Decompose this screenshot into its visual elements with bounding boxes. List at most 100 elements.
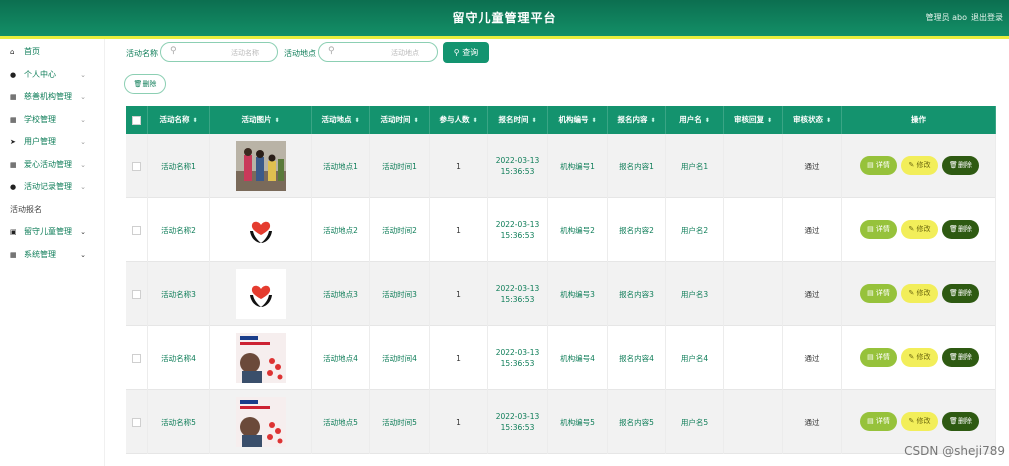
detail-button[interactable]: ▤ 详情 — [860, 412, 897, 431]
column-header-1[interactable]: 活动图片 ⬍ — [210, 106, 312, 134]
sidebar-item-1[interactable]: ● 个人中心 ⌄ — [0, 64, 104, 87]
place-search-input[interactable]: ⚲ 活动地点 — [318, 42, 438, 62]
detail-button-label: 详情 — [875, 161, 890, 169]
edit-button[interactable]: ✎ 修改 — [901, 348, 938, 367]
sidebar-item-3[interactable]: ▦ 学校管理 ⌄ — [0, 109, 104, 132]
delete-button[interactable]: 🗑删除 — [942, 284, 979, 303]
detail-button[interactable]: ▤ 详情 — [860, 156, 897, 175]
activity-image[interactable] — [235, 269, 286, 319]
sort-icon[interactable]: ⬍ — [650, 117, 655, 124]
sidebar-item-5[interactable]: ▦ 爱心活动管理 ⌄ — [0, 154, 104, 177]
detail-button[interactable]: ▤ 详情 — [860, 284, 897, 303]
column-header-4[interactable]: 参与人数 ⬍ — [430, 106, 488, 134]
cell-text: 2022-03-13 15:36:53 — [495, 412, 540, 432]
column-header-label: 活动图片 — [241, 115, 272, 124]
sort-icon[interactable]: ⬍ — [705, 117, 710, 124]
cell-content: 报名内容5 — [608, 390, 666, 454]
cell-user: 用户名5 — [666, 390, 724, 454]
sort-icon[interactable]: ⬍ — [192, 117, 197, 124]
search-icon: ⚲ — [453, 48, 463, 57]
sidebar-item-4[interactable]: ➤ 用户管理 ⌄ — [0, 131, 104, 154]
sort-icon[interactable]: ⬍ — [531, 117, 536, 124]
delete-button[interactable]: 🗑删除 — [942, 220, 979, 239]
sort-icon[interactable]: ⬍ — [591, 117, 596, 124]
edit-button[interactable]: ✎ 修改 — [901, 220, 938, 239]
cell-text: 1 — [456, 161, 461, 171]
column-header-5[interactable]: 报名时间 ⬍ — [488, 106, 548, 134]
sort-icon[interactable]: ⬍ — [413, 117, 418, 124]
sidebar-item-6[interactable]: ● 活动记录管理 ⌄ — [0, 176, 104, 199]
sidebar-item-label: 用户管理 — [24, 137, 56, 146]
cell-content: 报名内容1 — [608, 134, 666, 198]
select-all-checkbox[interactable] — [132, 115, 141, 125]
sidebar-item-label: 活动报名 — [10, 204, 42, 214]
cell-signup_time: 2022-03-13 15:36:53 — [488, 390, 548, 454]
batch-delete-button[interactable]: 🗑删除 — [124, 74, 166, 94]
cell-status: 通过 — [783, 326, 842, 390]
cell-text: 用户名4 — [680, 353, 709, 363]
row-checkbox-cell — [126, 262, 148, 326]
sidebar-item-8[interactable]: ▣ 留守儿童管理 ⌄ — [0, 221, 104, 244]
activity-image[interactable] — [235, 397, 286, 447]
sort-icon[interactable]: ⬍ — [274, 117, 279, 124]
delete-button[interactable]: 🗑删除 — [942, 412, 979, 431]
cell-text: 报名内容3 — [619, 289, 654, 299]
cell-actions: ▤ 详情 ✎ 修改 🗑删除 — [842, 326, 996, 390]
cell-text: 活动时间2 — [382, 225, 417, 235]
activity-image[interactable] — [235, 205, 286, 255]
column-header-label: 活动名称 — [159, 115, 190, 124]
trash-icon: 🗑 — [949, 225, 958, 233]
sidebar-item-0[interactable]: ⌂ 首页 — [0, 41, 104, 64]
row-checkbox[interactable] — [132, 225, 141, 235]
cell-text: 2022-03-13 15:36:53 — [495, 220, 540, 240]
query-button[interactable]: ⚲ 查询 — [443, 42, 489, 63]
row-checkbox[interactable] — [132, 289, 141, 299]
name-search-input[interactable]: ⚲ 活动名称 — [160, 42, 278, 62]
cell-text: 机构编号5 — [560, 417, 595, 427]
cell-content: 报名内容2 — [608, 198, 666, 262]
sort-icon[interactable]: ⬍ — [354, 117, 359, 124]
cell-text: 活动地点4 — [323, 353, 358, 363]
edit-button[interactable]: ✎ 修改 — [901, 156, 938, 175]
column-header-9[interactable]: 审核回复 ⬍ — [724, 106, 783, 134]
edit-button[interactable]: ✎ 修改 — [901, 284, 938, 303]
chevron-down-icon: ⌄ — [80, 138, 86, 146]
cell-time: 活动时间5 — [370, 390, 430, 454]
row-checkbox[interactable] — [132, 161, 141, 171]
sidebar-item-2[interactable]: ▦ 慈善机构管理 ⌄ — [0, 86, 104, 109]
sort-icon[interactable]: ⬍ — [767, 117, 772, 124]
column-header-0[interactable]: 活动名称 ⬍ — [148, 106, 210, 134]
column-header-3[interactable]: 活动时间 ⬍ — [370, 106, 430, 134]
logout-link[interactable]: 退出登录 — [971, 12, 1003, 23]
column-header-6[interactable]: 机构编号 ⬍ — [548, 106, 608, 134]
activity-image[interactable] — [235, 333, 286, 383]
activity-image[interactable] — [235, 141, 286, 191]
delete-button[interactable]: 🗑删除 — [942, 156, 979, 175]
sidebar-item-label: 个人中心 — [24, 69, 56, 79]
detail-button[interactable]: ▤ 详情 — [860, 220, 897, 239]
delete-button[interactable]: 🗑删除 — [942, 348, 979, 367]
column-header-8[interactable]: 用户名 ⬍ — [666, 106, 724, 134]
cell-image — [210, 134, 312, 198]
column-header-10[interactable]: 审核状态 ⬍ — [783, 106, 842, 134]
chevron-down-icon: ⌄ — [80, 115, 86, 124]
cell-time: 活动时间3 — [370, 262, 430, 326]
sidebar-item-7[interactable]: 活动报名 — [0, 199, 104, 222]
cell-count: 1 — [430, 198, 488, 262]
cell-user: 用户名3 — [666, 262, 724, 326]
detail-button[interactable]: ▤ 详情 — [860, 348, 897, 367]
cell-text: 活动时间4 — [382, 353, 417, 363]
row-checkbox[interactable] — [132, 353, 141, 363]
sidebar-item-label: 爱心活动管理 — [24, 159, 72, 169]
sidebar-item-9[interactable]: ▦ 系统管理 ⌄ — [0, 244, 104, 267]
row-checkbox[interactable] — [132, 417, 141, 427]
column-header-2[interactable]: 活动地点 ⬍ — [312, 106, 370, 134]
delete-button-label: 删除 — [957, 353, 972, 361]
trash-icon: 🗑 — [949, 289, 958, 297]
sort-icon[interactable]: ⬍ — [472, 117, 477, 124]
cell-text: 报名内容2 — [619, 225, 654, 235]
sort-icon[interactable]: ⬍ — [826, 117, 831, 124]
column-header-7[interactable]: 报名内容 ⬍ — [608, 106, 666, 134]
edit-button[interactable]: ✎ 修改 — [901, 412, 938, 431]
cell-count: 1 — [430, 134, 488, 198]
